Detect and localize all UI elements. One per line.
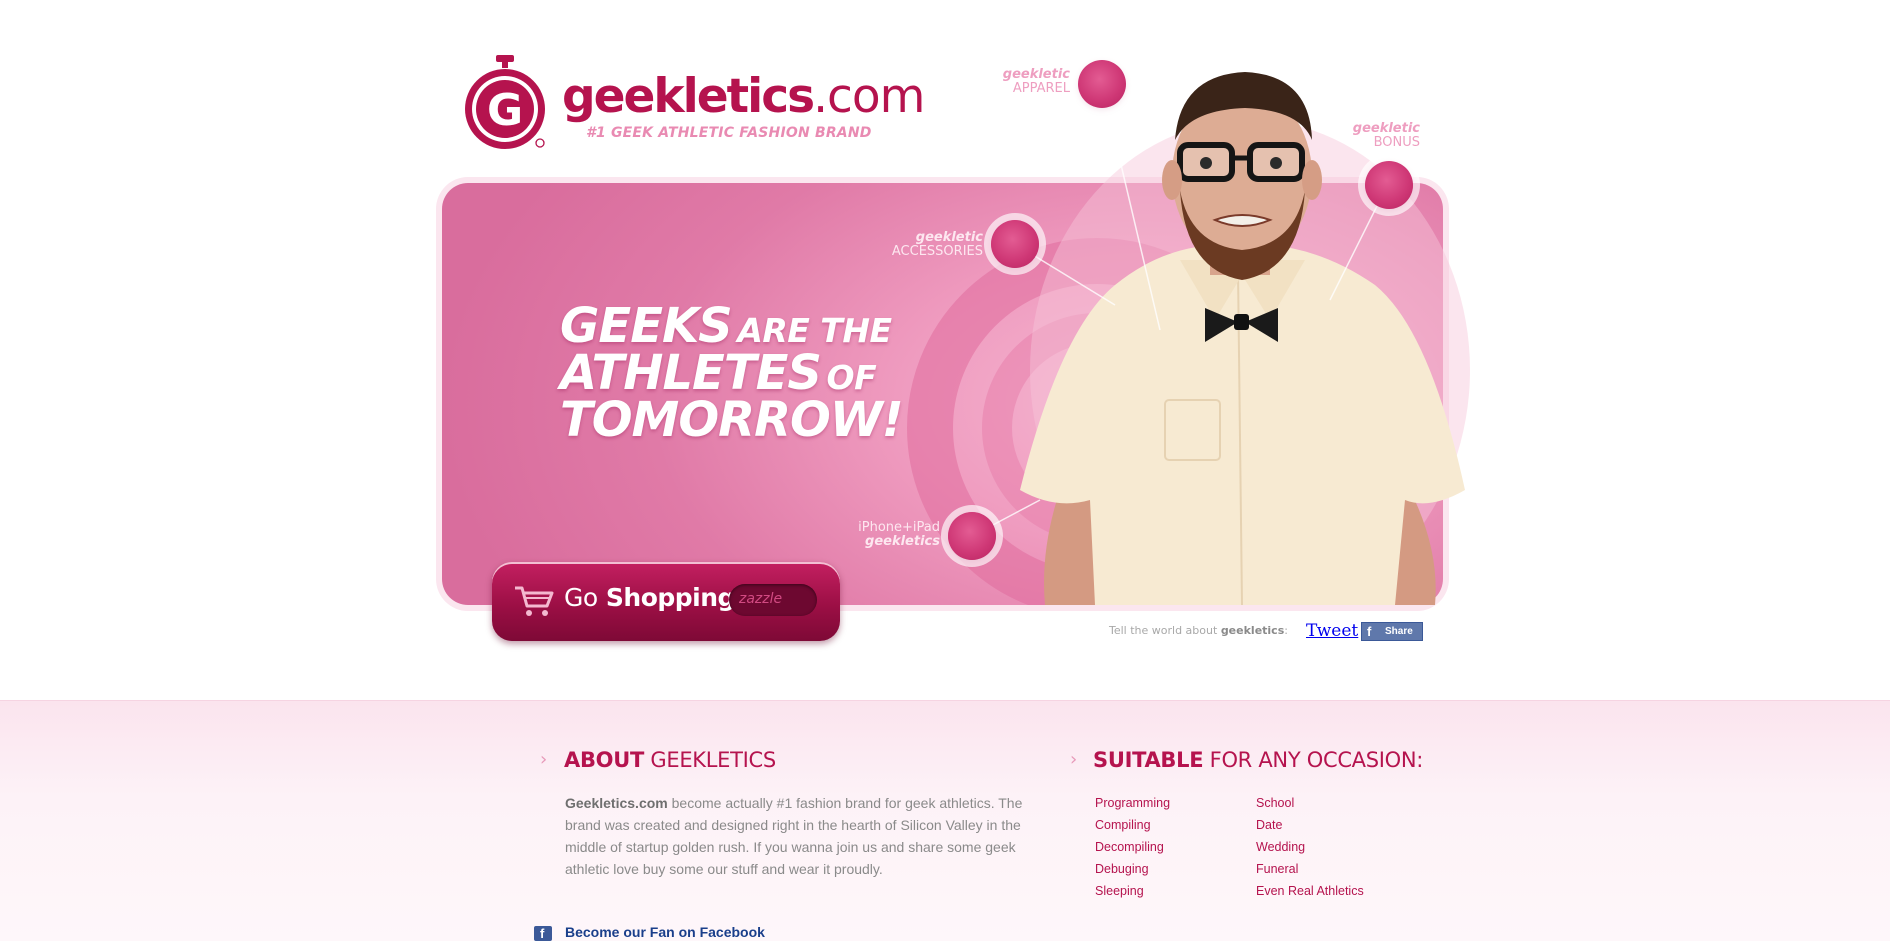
occasion-item[interactable]: Decompiling — [1095, 836, 1170, 858]
occasion-item[interactable]: Programming — [1095, 792, 1170, 814]
facebook-icon: f — [1367, 624, 1372, 639]
shopping-cart-icon — [515, 586, 554, 616]
site-logo[interactable]: G geekletics.com #1 GEEK ATHLETIC FASHIO… — [462, 55, 925, 155]
bonus-dot[interactable] — [1365, 161, 1413, 209]
occasion-item[interactable]: Debuging — [1095, 858, 1170, 880]
chevron-right-icon: › — [540, 749, 548, 770]
occasion-list-2: School Date Wedding Funeral Even Real At… — [1256, 792, 1364, 902]
occasion-heading: SUITABLE FOR ANY OCCASION: — [1093, 748, 1424, 772]
go-shopping-label: Go Shopping — [564, 583, 735, 612]
apparel-dot[interactable] — [1078, 60, 1126, 108]
brand-tagline: #1 GEEK ATHLETIC FASHION BRAND — [586, 125, 872, 141]
about-heading: ABOUT GEEKLETICS — [564, 748, 776, 772]
go-shopping-button[interactable]: Go Shopping zazzle — [492, 562, 840, 641]
bonus-label[interactable]: geekletic BONUS — [1353, 121, 1420, 151]
occasion-item[interactable]: Funeral — [1256, 858, 1364, 880]
occasion-item[interactable]: Sleeping — [1095, 880, 1170, 902]
tweet-link[interactable]: Tweet — [1306, 621, 1358, 641]
occasion-list-1: Programming Compiling Decompiling Debugi… — [1095, 792, 1170, 902]
iphone-ipad-label[interactable]: iPhone+iPad geekletics — [858, 520, 940, 550]
occasion-item[interactable]: Date — [1256, 814, 1364, 836]
zazzle-badge: zazzle — [729, 584, 817, 616]
facebook-icon: f — [534, 926, 552, 941]
occasion-item[interactable]: School — [1256, 792, 1364, 814]
occasion-item[interactable]: Even Real Athletics — [1256, 880, 1364, 902]
facebook-share-button[interactable]: f Share — [1361, 622, 1423, 641]
accessories-label[interactable]: geekletic ACCESSORIES — [892, 230, 983, 260]
occasion-item[interactable]: Compiling — [1095, 814, 1170, 836]
stopwatch-g-icon: G — [465, 55, 545, 149]
apparel-label[interactable]: geekletic APPAREL — [1003, 67, 1070, 97]
svg-text:G: G — [487, 85, 523, 136]
iphone-ipad-dot[interactable] — [948, 512, 996, 560]
accessories-dot[interactable] — [991, 220, 1039, 268]
page: G geekletics.com #1 GEEK ATHLETIC FASHIO… — [0, 0, 1890, 941]
about-text: Geekletics.com become actually #1 fashio… — [565, 795, 1023, 877]
brand-name: geekletics.com — [562, 69, 925, 124]
zazzle-logo: zazzle — [739, 591, 783, 607]
chevron-right-icon: › — [1070, 749, 1078, 770]
share-prompt: Tell the world about geekletics: — [1109, 624, 1288, 637]
hero-headline: GEEKS ARE THE ATHLETES OF TOMORROW! — [560, 298, 904, 449]
occasion-item[interactable]: Wedding — [1256, 836, 1364, 858]
